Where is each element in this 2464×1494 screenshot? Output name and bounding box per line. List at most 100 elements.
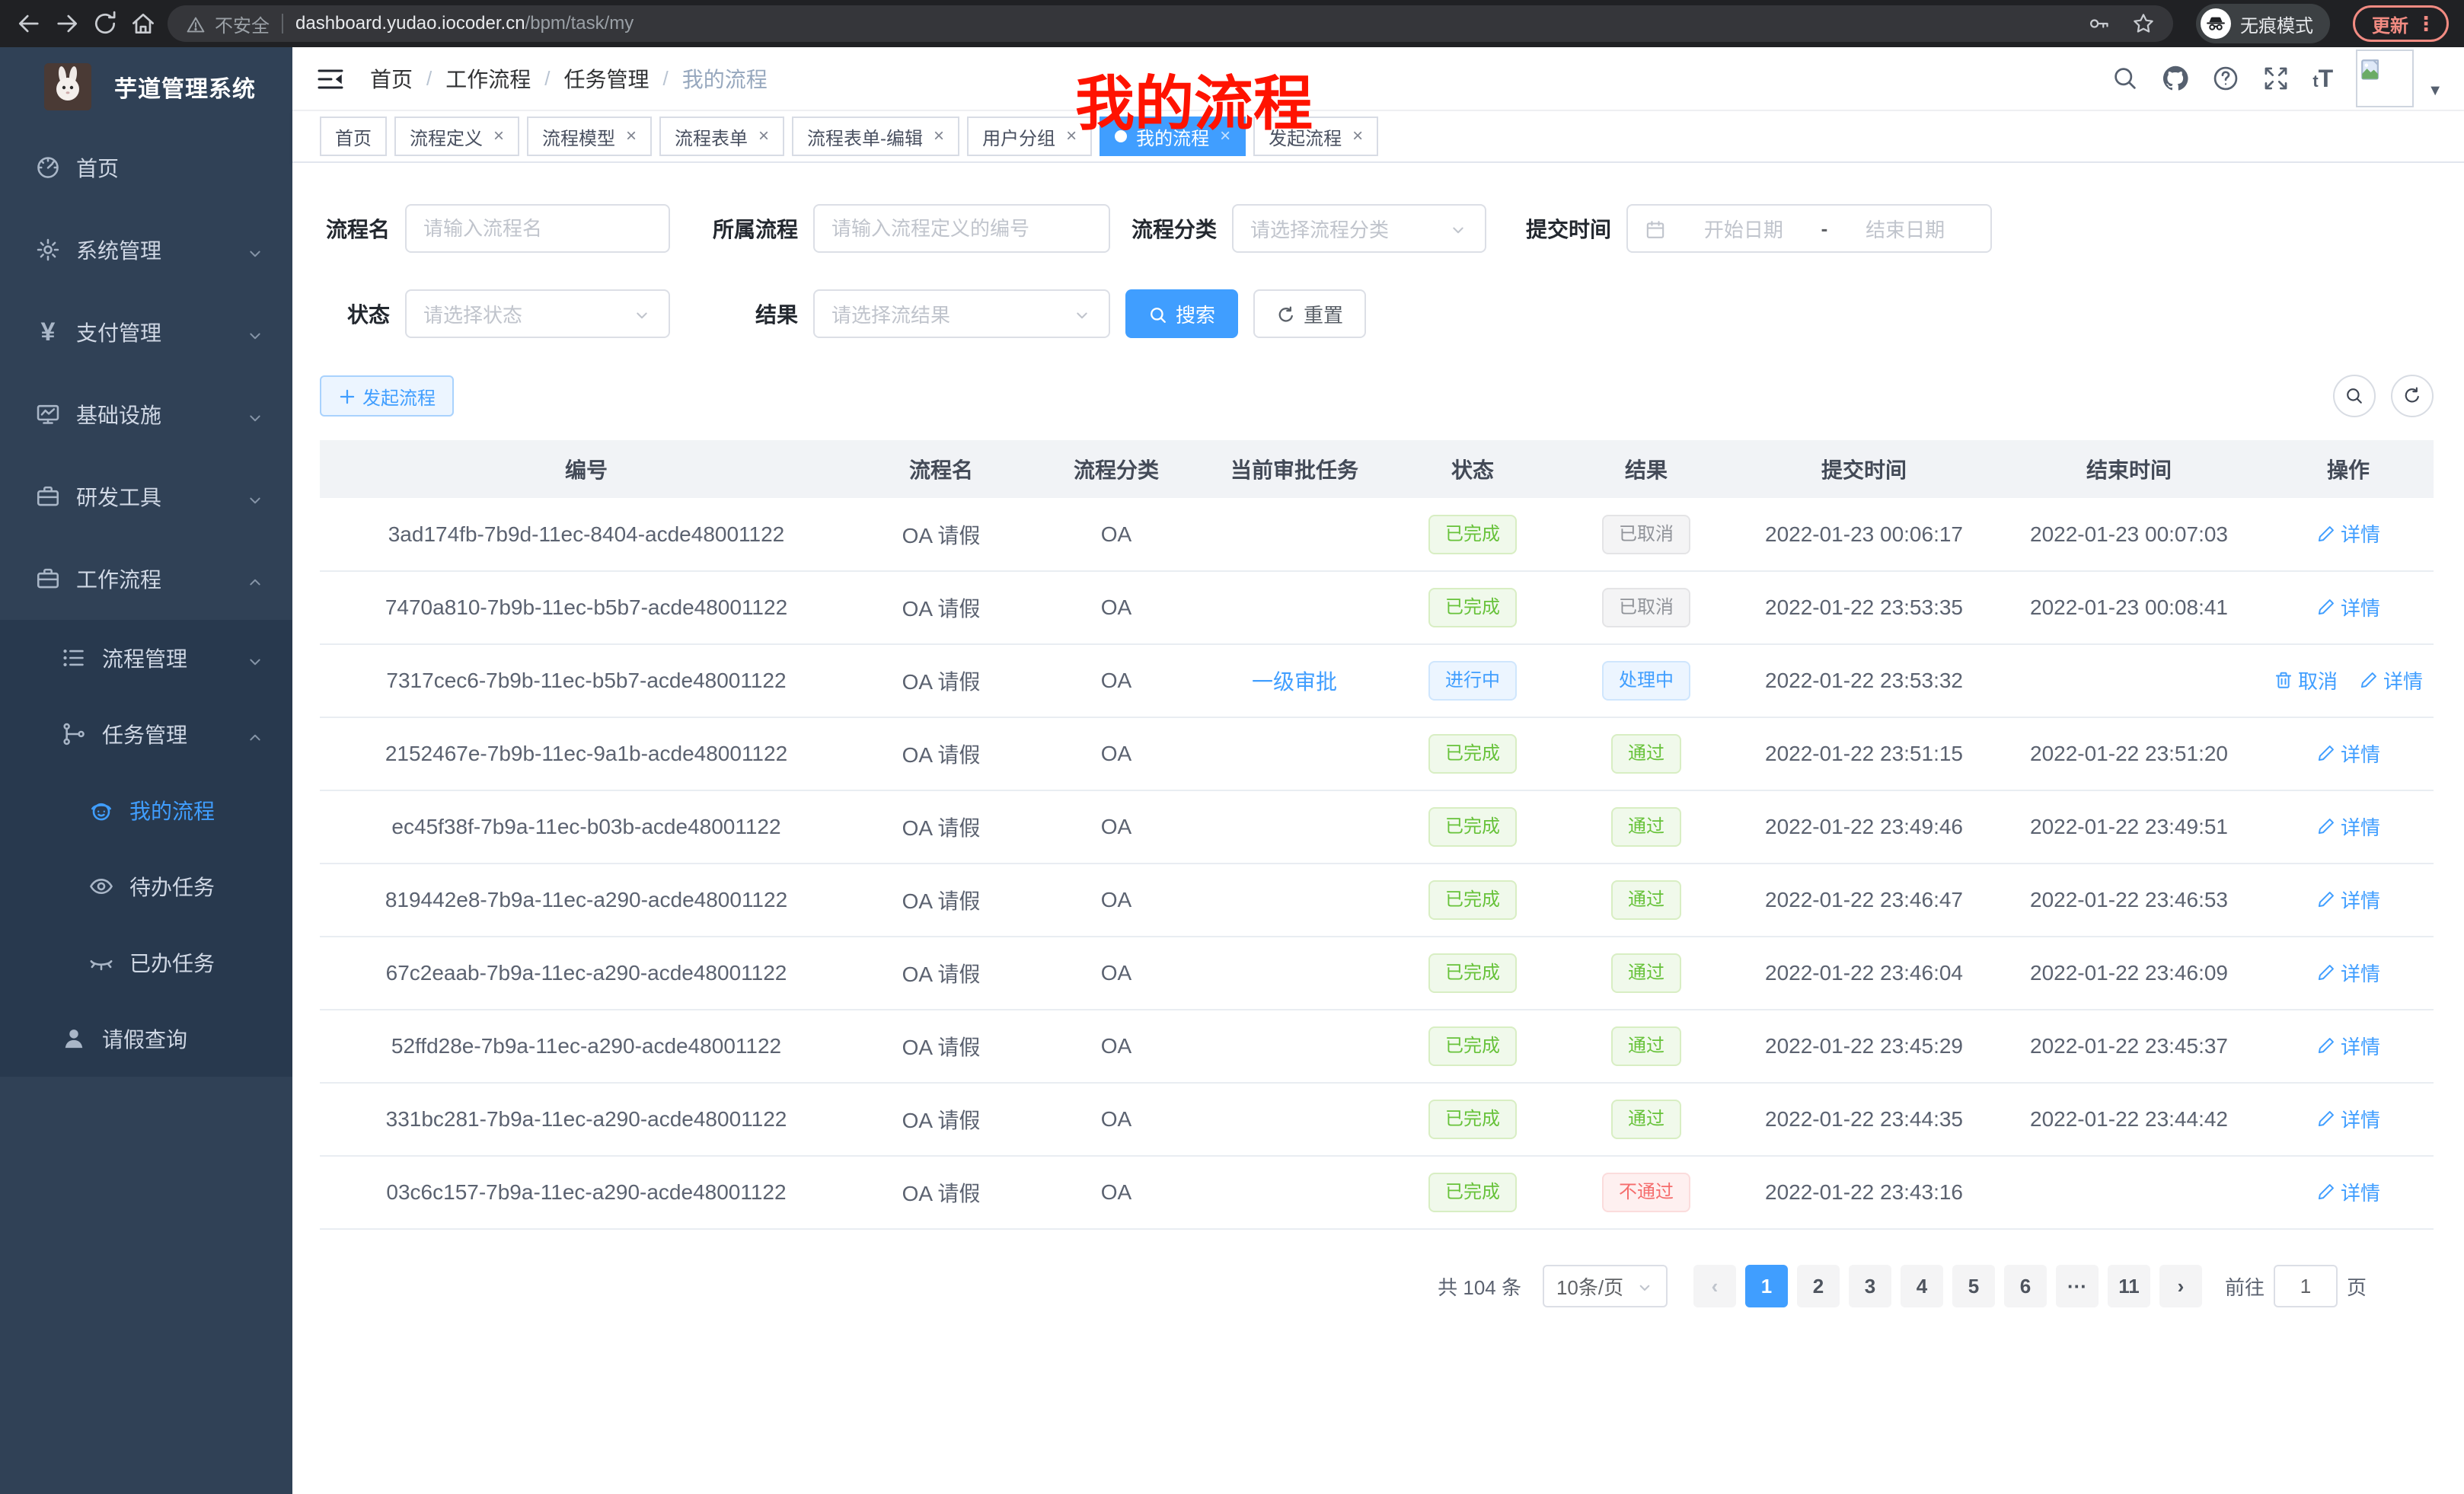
sidebar-item-流程管理[interactable]: 流程管理	[0, 620, 292, 696]
menu-dots-icon[interactable]: ⋮	[2416, 12, 2436, 36]
sidebar-item-首页[interactable]: 首页	[0, 126, 292, 209]
page-button-1[interactable]: 1	[1745, 1265, 1788, 1307]
question-icon[interactable]	[2212, 65, 2239, 92]
table-refresh-icon-button[interactable]	[2391, 375, 2434, 417]
tab-流程模型[interactable]: 流程模型×	[527, 117, 652, 156]
page-button-6[interactable]: 6	[2004, 1265, 2047, 1307]
goto-page-input[interactable]	[2274, 1265, 2338, 1307]
search-button[interactable]: 搜索	[1125, 289, 1238, 338]
column-header-结束时间: 结束时间	[1995, 440, 2263, 498]
status-badge: 已完成	[1428, 880, 1517, 920]
forward-icon[interactable]	[53, 10, 81, 37]
detail-link[interactable]: 详情	[2316, 739, 2380, 768]
reset-button[interactable]: 重置	[1253, 289, 1366, 338]
cell-category: OA	[1029, 790, 1203, 864]
hamburger-icon[interactable]	[315, 63, 346, 94]
tab-用户分组[interactable]: 用户分组×	[967, 117, 1092, 156]
sidebar-item-已办任务[interactable]: 已办任务	[0, 924, 292, 1001]
home-icon[interactable]	[129, 10, 157, 37]
category-select[interactable]: 请选择流程分类	[1232, 204, 1486, 253]
tab-流程表单-编辑[interactable]: 流程表单-编辑×	[792, 117, 959, 156]
sidebar-item-我的流程[interactable]: 我的流程	[0, 772, 292, 848]
prev-page-button[interactable]: ‹	[1693, 1265, 1736, 1307]
sidebar-item-研发工具[interactable]: 研发工具	[0, 455, 292, 538]
detail-link[interactable]: 详情	[2316, 1178, 2380, 1206]
sidebar-item-系统管理[interactable]: 系统管理	[0, 209, 292, 291]
incognito-badge: 无痕模式	[2196, 4, 2330, 43]
sidebar-item-基础设施[interactable]: 基础设施	[0, 373, 292, 455]
column-header-状态: 状态	[1386, 440, 1559, 498]
close-icon[interactable]: ×	[1352, 126, 1363, 147]
tab-首页[interactable]: 首页	[320, 117, 387, 156]
browser-update-button[interactable]: 更新 ⋮	[2353, 5, 2449, 42]
name-filter-input[interactable]	[405, 204, 670, 253]
cell-current-task	[1203, 498, 1386, 571]
incognito-icon	[2201, 8, 2231, 39]
close-icon[interactable]: ×	[493, 126, 504, 147]
caret-down-icon[interactable]: ▼	[2427, 82, 2443, 100]
tab-流程表单[interactable]: 流程表单×	[659, 117, 784, 156]
detail-link[interactable]: 详情	[2316, 593, 2380, 621]
result-select[interactable]: 请选择流结果	[813, 289, 1110, 338]
warning-icon	[186, 14, 206, 34]
detail-link[interactable]: 详情	[2316, 1105, 2380, 1133]
logo[interactable]: 芋道管理系统	[0, 47, 292, 126]
address-bar[interactable]: 不安全 dashboard.yudao.iocoder.cn/bpm/task/…	[168, 5, 2173, 42]
breadcrumb-item[interactable]: 任务管理	[564, 63, 650, 94]
status-select[interactable]: 请选择状态	[405, 289, 670, 338]
star-icon[interactable]	[2132, 12, 2155, 35]
chevron-down-icon	[245, 240, 265, 260]
sidebar-item-任务管理[interactable]: 任务管理	[0, 696, 292, 772]
sidebar-item-支付管理[interactable]: ¥支付管理	[0, 291, 292, 373]
reload-icon[interactable]	[91, 10, 119, 37]
start-date-placeholder: 开始日期	[1675, 215, 1812, 243]
page-size-select[interactable]: 10条/页	[1543, 1265, 1668, 1307]
close-icon[interactable]: ×	[626, 126, 637, 147]
key-icon[interactable]	[2088, 12, 2111, 35]
back-icon[interactable]	[15, 10, 43, 37]
fullscreen-icon[interactable]	[2262, 65, 2290, 92]
table-row: 7317cec6-7b9b-11ec-b5b7-acde48001122OA 请…	[320, 644, 2434, 717]
cell-actions: 详情	[2263, 1083, 2434, 1156]
more-pages-button[interactable]: ···	[2056, 1265, 2099, 1307]
cancel-link[interactable]: 取消	[2274, 666, 2338, 694]
avatar[interactable]	[2356, 49, 2414, 107]
cell-actions: 详情	[2263, 571, 2434, 644]
breadcrumb-separator: /	[426, 67, 432, 91]
chevron-up-icon	[245, 569, 265, 589]
detail-link[interactable]: 详情	[2316, 886, 2380, 914]
page-button-2[interactable]: 2	[1797, 1265, 1840, 1307]
page-button-4[interactable]: 4	[1901, 1265, 1943, 1307]
url-path: /bpm/task/my	[525, 13, 634, 34]
page-button-3[interactable]: 3	[1849, 1265, 1891, 1307]
breadcrumb-item[interactable]: 工作流程	[445, 63, 531, 94]
close-icon[interactable]: ×	[758, 126, 769, 147]
process-definition-input[interactable]	[813, 204, 1110, 253]
detail-link[interactable]: 详情	[2316, 812, 2380, 841]
tab-流程定义[interactable]: 流程定义×	[394, 117, 519, 156]
search-icon[interactable]	[2111, 65, 2139, 92]
sidebar-item-待办任务[interactable]: 待办任务	[0, 848, 292, 924]
next-page-button[interactable]: ›	[2159, 1265, 2202, 1307]
eye-icon	[88, 873, 114, 899]
cell-actions: 详情	[2263, 937, 2434, 1010]
breadcrumb-item[interactable]: 首页	[370, 63, 413, 94]
result-badge: 通过	[1611, 734, 1681, 774]
page-button-5[interactable]: 5	[1952, 1265, 1995, 1307]
submit-time-range-picker[interactable]: 开始日期 - 结束日期	[1626, 204, 1992, 253]
detail-link[interactable]: 详情	[2359, 666, 2423, 694]
close-icon[interactable]: ×	[934, 126, 944, 147]
detail-link[interactable]: 详情	[2316, 959, 2380, 987]
detail-link[interactable]: 详情	[2316, 519, 2380, 547]
create-process-button[interactable]: 发起流程	[320, 375, 454, 417]
cell-category: OA	[1029, 1156, 1203, 1229]
font-size-icon[interactable]: tT	[2312, 65, 2333, 93]
page-button-11[interactable]: 11	[2108, 1265, 2150, 1307]
table-search-icon-button[interactable]	[2333, 375, 2376, 417]
table-row: 03c6c157-7b9a-11ec-a290-acde48001122OA 请…	[320, 1156, 2434, 1229]
detail-link[interactable]: 详情	[2316, 1032, 2380, 1060]
github-icon[interactable]	[2162, 65, 2189, 92]
task-link[interactable]: 一级审批	[1252, 670, 1337, 694]
sidebar-item-请假查询[interactable]: 请假查询	[0, 1001, 292, 1077]
sidebar-item-工作流程[interactable]: 工作流程	[0, 538, 292, 620]
